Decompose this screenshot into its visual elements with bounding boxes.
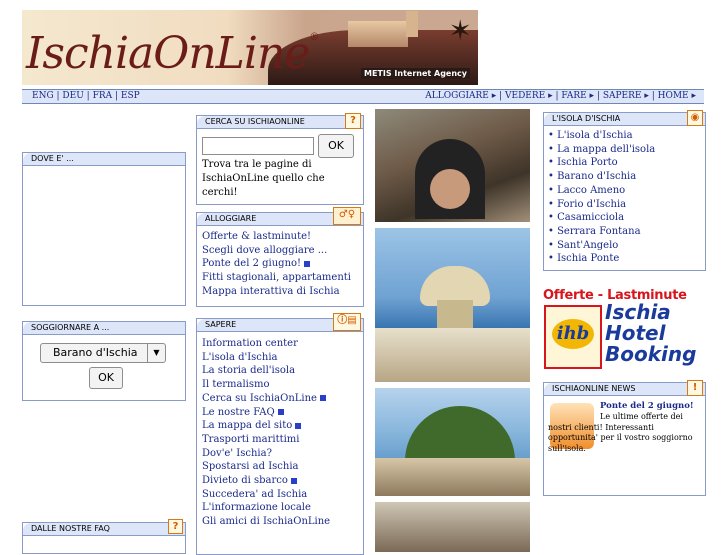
- news-box: ISCHIAONLINE NEWS ! Ponte del 2 giugno! …: [543, 380, 706, 496]
- dove-title: DOVE E' ...: [23, 153, 185, 166]
- sapere-link-1[interactable]: L'isola d'Ischia: [202, 351, 330, 365]
- banner-castle: [348, 21, 408, 47]
- faq-box: DALLE NOSTRE FAQ ?: [22, 519, 186, 554]
- isola-link-3[interactable]: • Barano d'Ischia: [548, 170, 655, 184]
- sapere-list: Information center L'isola d'Ischia La s…: [202, 337, 330, 529]
- isola-link-5[interactable]: • Forio d'Ischia: [548, 198, 655, 212]
- isola-link-9[interactable]: • Ischia Ponte: [548, 252, 655, 266]
- sapere-link-2[interactable]: La storia dell'isola: [202, 364, 330, 378]
- news-text: Le ultime offerte dei nostri clienti! In…: [548, 412, 693, 453]
- isola-link-4[interactable]: • Lacco Ameno: [548, 184, 655, 198]
- soggiornare-title: SOGGIORNARE A ...: [23, 322, 185, 335]
- main-nav: ALLOGGIARE ▸ | VEDERE ▸ | FARE ▸ | SAPER…: [425, 91, 696, 101]
- isola-link-6[interactable]: • Casamicciola: [548, 211, 655, 225]
- photo-island-hill[interactable]: [375, 388, 530, 496]
- search-description: Trova tra le pagine di IschiaOnLine quel…: [202, 159, 325, 198]
- sapere-link-5[interactable]: Le nostre FAQ: [202, 406, 330, 420]
- isola-link-1[interactable]: • La mappa dell'isola: [548, 143, 655, 157]
- alloggiare-list: Offerte & lastminute! Scegli dove allogg…: [202, 230, 351, 299]
- soggiornare-box: SOGGIORNARE A ... Barano d'Ischia ▼ OK: [22, 321, 186, 401]
- ihb-logo: ihb: [544, 305, 602, 369]
- news-title: ISCHIAONLINE NEWS !: [544, 380, 705, 396]
- hotel-booking-promo[interactable]: Offerte - Lastminute ihb Ischia Hotel Bo…: [543, 288, 704, 369]
- sapere-link-8[interactable]: Dov'e' Ischia?: [202, 447, 330, 461]
- language-switcher: ENG | DEU | FRA | ESP: [32, 91, 140, 101]
- isola-title: L'ISOLA D'ISCHIA ◉: [544, 110, 705, 126]
- people-icon: ♂♀: [333, 207, 361, 225]
- nav-home[interactable]: HOME: [658, 91, 689, 101]
- info-icon: ⓘ▤: [333, 313, 361, 331]
- new-square-icon: [277, 409, 284, 416]
- isola-link-0[interactable]: • L'isola d'Ischia: [548, 129, 655, 143]
- alloggiare-link-offerte[interactable]: Offerte & lastminute!: [202, 230, 351, 244]
- faq-title: DALLE NOSTRE FAQ: [23, 523, 185, 536]
- promo-text: Ischia Hotel Booking: [605, 300, 697, 366]
- nav-vedere[interactable]: VEDERE: [505, 91, 545, 101]
- new-square-icon: [304, 260, 311, 267]
- alloggiare-link-ponte[interactable]: Ponte del 2 giugno!: [202, 257, 351, 271]
- town-select[interactable]: Barano d'Ischia ▼: [40, 343, 166, 363]
- nav-alloggiare[interactable]: ALLOGGIARE: [425, 91, 489, 101]
- sapere-link-12[interactable]: L'informazione locale: [202, 501, 330, 515]
- isola-link-2[interactable]: • Ischia Porto: [548, 156, 655, 170]
- lang-deu[interactable]: DEU: [62, 91, 83, 101]
- target-icon: ◉: [687, 110, 703, 126]
- site-logo[interactable]: IschiaOnLine®: [26, 28, 319, 79]
- search-ok-button[interactable]: OK: [318, 134, 354, 158]
- sapere-link-13[interactable]: Gli amici di IschiaOnLine: [202, 515, 330, 529]
- isola-link-7[interactable]: • Serrara Fontana: [548, 225, 655, 239]
- lang-esp[interactable]: ESP: [121, 91, 140, 101]
- new-square-icon: [319, 395, 326, 402]
- isola-list: • L'isola d'Ischia • La mappa dell'isola…: [548, 129, 655, 266]
- sapere-box: SAPERE ⓘ▤ Information center L'isola d'I…: [196, 313, 364, 555]
- sapere-link-4[interactable]: Cerca su IschiaOnLine: [202, 392, 330, 406]
- alloggiare-link-fitti[interactable]: Fitti stagionali, appartamenti: [202, 271, 351, 285]
- news-headline[interactable]: Ponte del 2 giugno!: [600, 401, 700, 412]
- nav-fare[interactable]: FARE: [561, 91, 586, 101]
- nav-sapere[interactable]: SAPERE: [603, 91, 642, 101]
- town-select-value: Barano d'Ischia: [53, 346, 138, 359]
- sapere-link-11[interactable]: Succedera' ad Ischia: [202, 488, 330, 502]
- sapere-link-0[interactable]: Information center: [202, 337, 330, 351]
- search-input[interactable]: [202, 137, 314, 155]
- sapere-title: SAPERE ⓘ▤: [197, 313, 363, 332]
- dove-box: DOVE E' ...: [22, 152, 186, 306]
- alloggiare-title: ALLOGGIARE ♂♀: [197, 207, 363, 226]
- banner-tower: [406, 11, 418, 37]
- sapere-link-10[interactable]: Divieto di sbarco: [202, 474, 330, 488]
- question-icon: ?: [345, 113, 361, 129]
- photo-thermal-spring[interactable]: [375, 109, 530, 222]
- alloggiare-link-scegli[interactable]: Scegli dove alloggiare ...: [202, 244, 351, 258]
- isola-link-8[interactable]: • Sant'Angelo: [548, 239, 655, 253]
- photo-fungo-rock[interactable]: [375, 228, 530, 382]
- new-square-icon: [295, 422, 302, 429]
- site-banner: ✶ IschiaOnLine® METIS Internet Agency: [22, 10, 478, 85]
- isola-box: L'ISOLA D'ISCHIA ◉ • L'isola d'Ischia • …: [543, 110, 706, 271]
- lang-fra[interactable]: FRA: [93, 91, 113, 101]
- lang-eng[interactable]: ENG: [32, 91, 54, 101]
- new-square-icon: [290, 477, 297, 484]
- nav-bar: ENG | DEU | FRA | ESP ALLOGGIARE ▸ | VED…: [22, 89, 704, 104]
- agency-label: METIS Internet Agency: [361, 68, 470, 79]
- exclamation-icon: !: [687, 380, 703, 396]
- alloggiare-link-mappa[interactable]: Mappa interattiva di Ischia: [202, 285, 351, 299]
- alloggiare-box: ALLOGGIARE ♂♀ Offerte & lastminute! Sceg…: [196, 207, 364, 307]
- soggiornare-ok-button[interactable]: OK: [89, 367, 123, 389]
- sapere-link-3[interactable]: Il termalismo: [202, 378, 330, 392]
- sapere-link-7[interactable]: Trasporti marittimi: [202, 433, 330, 447]
- search-box: CERCA SU ISCHIAONLINE ? OK Trova tra le …: [196, 113, 364, 205]
- search-title: CERCA SU ISCHIAONLINE ?: [197, 113, 363, 129]
- sapere-link-9[interactable]: Spostarsi ad Ischia: [202, 460, 330, 474]
- question-icon: ?: [168, 519, 183, 534]
- sapere-link-6[interactable]: La mappa del sito: [202, 419, 330, 433]
- chevron-down-icon[interactable]: ▼: [147, 344, 165, 362]
- ihb-logo-letters: ihb: [552, 319, 594, 349]
- palm-icon: ✶: [448, 14, 472, 47]
